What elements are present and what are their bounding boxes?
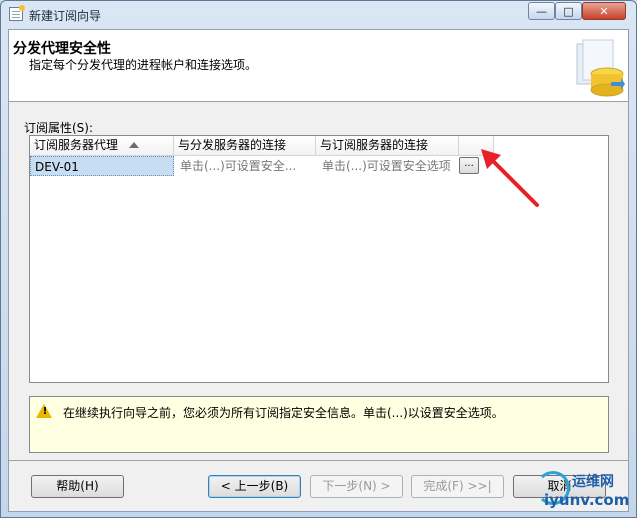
button-bar-separator: [9, 460, 628, 461]
page-subtitle: 指定每个分发代理的进程帐户和连接选项。: [29, 58, 258, 72]
row-distributor-connection-cell[interactable]: 单击(...)可设置安全...: [176, 156, 316, 176]
security-settings-ellipsis-button[interactable]: ...: [459, 157, 479, 174]
watermark-line2: iyunv.com: [544, 491, 630, 509]
column-header-agent[interactable]: 订阅服务器代理: [30, 136, 174, 156]
close-button[interactable]: ✕: [582, 2, 626, 20]
site-watermark: 运维网 iyunv.com: [536, 471, 636, 517]
minimize-button[interactable]: —: [528, 2, 555, 20]
maximize-button[interactable]: □: [555, 2, 582, 20]
row-agent-cell[interactable]: DEV-01: [30, 156, 174, 176]
wizard-window: 新建订阅向导 — □ ✕ 分发代理安全性 指定每个分发代理的进程帐户和连接选项。…: [0, 0, 637, 518]
annotation-arrow-icon: [481, 149, 539, 207]
column-header-distributor-connection[interactable]: 与分发服务器的连接: [174, 136, 316, 156]
back-button[interactable]: < 上一步(B): [208, 475, 301, 498]
subscription-properties-label: 订阅属性(S):: [24, 121, 94, 135]
warning-exclamation: !: [42, 406, 48, 417]
finish-button[interactable]: 完成(F) >>|: [411, 475, 504, 498]
page-title: 分发代理安全性: [13, 41, 111, 57]
app-icon: [9, 5, 25, 21]
help-button[interactable]: 帮助(H): [31, 475, 124, 498]
window-title: 新建订阅向导: [29, 9, 102, 23]
title-bar[interactable]: 新建订阅向导 — □ ✕: [1, 1, 636, 29]
row-subscriber-connection-cell[interactable]: 单击(...)可设置安全选项: [318, 156, 458, 176]
watermark-line1: 运维网: [572, 474, 614, 490]
wizard-header: 分发代理安全性 指定每个分发代理的进程帐户和连接选项。: [9, 30, 628, 102]
warning-panel: ! 在继续执行向导之前，您必须为所有订阅指定安全信息。单击(...)以设置安全选…: [29, 396, 609, 453]
next-button[interactable]: 下一步(N) >: [310, 475, 403, 498]
sort-ascending-icon: [129, 142, 139, 148]
column-header-subscriber-connection[interactable]: 与订阅服务器的连接: [316, 136, 459, 156]
database-wizard-icon: [576, 39, 625, 97]
wizard-client-area: 分发代理安全性 指定每个分发代理的进程帐户和连接选项。 订阅属性(S): 订阅服…: [8, 29, 629, 512]
warning-text: 在继续执行向导之前，您必须为所有订阅指定安全信息。单击(...)以设置安全选项。: [63, 406, 504, 420]
